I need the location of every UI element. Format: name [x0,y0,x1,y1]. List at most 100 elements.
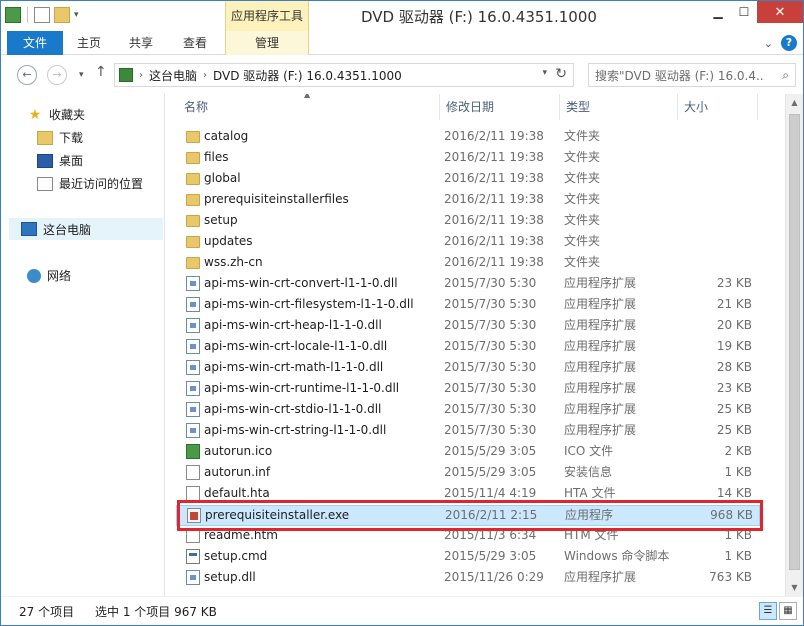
scroll-thumb[interactable] [789,114,800,570]
nav-this-pc[interactable]: 这台电脑 [9,218,163,240]
dll-icon [186,339,200,354]
folder-icon [186,257,200,269]
file-row[interactable]: api-ms-win-crt-locale-l1-1-0.dll 2015/7/3… [176,337,760,358]
file-row[interactable]: prerequisiteinstaller.exe 2016/2/11 2:15 应… [176,505,760,526]
file-date-modified: 2016/2/11 19:38 [444,192,544,206]
help-icon[interactable]: ? [781,35,797,51]
qat-dropdown-icon[interactable]: ▾ [74,7,84,23]
file-row[interactable]: files 2016/2/11 19:38 文件夹 [176,148,760,169]
nav-recent-places[interactable]: 最近访问的位置 [37,175,143,192]
tab-share[interactable]: 共享 [119,31,163,55]
properties-icon[interactable] [34,7,50,23]
details-view-icon[interactable]: ☰ [759,602,777,620]
refresh-icon[interactable]: ↻ [555,66,567,82]
search-box[interactable]: 搜索"DVD 驱动器 (F:) 16.0.4... ⌕ [588,63,796,87]
ribbon-controls: ⌄ ? [764,35,797,51]
file-row[interactable]: autorun.ico 2015/5/29 3:05 ICO 文件 2 KB [176,442,760,463]
file-type: 文件夹 [564,234,601,248]
search-icon[interactable]: ⌕ [782,68,789,83]
large-icons-view-icon[interactable]: ▦ [779,602,797,620]
file-row[interactable]: global 2016/2/11 19:38 文件夹 [176,169,760,190]
dll-icon [186,381,200,396]
file-name: api-ms-win-crt-filesystem-l1-1-0.dll [204,297,414,311]
new-folder-icon[interactable] [54,7,70,23]
file-row[interactable]: setup 2016/2/11 19:38 文件夹 [176,211,760,232]
column-date-modified[interactable]: 修改日期 [440,94,560,120]
file-name: api-ms-win-crt-stdio-l1-1-0.dll [204,402,382,416]
nav-label: 桌面 [59,154,84,168]
file-row[interactable]: default.hta 2015/11/4 4:19 HTA 文件 14 KB [176,484,760,505]
tab-file[interactable]: 文件 [7,31,63,55]
scroll-up-icon[interactable]: ▲ [786,94,803,111]
vertical-scrollbar[interactable]: ▲ ▼ [785,94,803,596]
nav-downloads[interactable]: 下载 [37,129,83,146]
file-size: 20 KB [716,318,752,332]
file-row[interactable]: setup.cmd 2015/5/29 3:05 Windows 命令脚本 1 KB [176,547,760,568]
scroll-down-icon[interactable]: ▼ [786,579,803,596]
file-name: setup [204,213,238,227]
file-row[interactable]: api-ms-win-crt-convert-l1-1-0.dll 2015/7/… [176,274,760,295]
file-row[interactable]: api-ms-win-crt-stdio-l1-1-0.dll 2015/7/30… [176,400,760,421]
nav-network[interactable]: 网络 [27,267,71,284]
file-name: default.hta [204,486,270,500]
tab-view[interactable]: 查看 [173,31,217,55]
file-row[interactable]: updates 2016/2/11 19:38 文件夹 [176,232,760,253]
file-name: autorun.ico [204,444,273,458]
minimize-button[interactable]: ▁ [705,1,731,23]
address-bar[interactable]: › 这台电脑 › DVD 驱动器 (F:) 16.0.4351.1000 ▾ ↻ [114,63,574,87]
file-size: 763 KB [709,570,752,584]
nav-label: 收藏夹 [49,108,86,122]
maximize-button[interactable]: ☐ [731,1,757,23]
column-size[interactable]: 大小 [678,94,758,120]
file-date-modified: 2015/7/30 5:30 [444,402,537,416]
expand-ribbon-icon[interactable]: ⌄ [764,37,773,50]
navigation-pane: ★ 收藏夹 下载 桌面 最近访问的位置 这台电脑 网络 [1,94,165,596]
nav-desktop[interactable]: 桌面 [37,152,83,169]
file-type: 应用程序扩展 [564,339,637,353]
file-type: 应用程序扩展 [564,360,637,374]
desktop-icon [37,153,53,168]
file-row[interactable]: api-ms-win-crt-runtime-l1-1-0.dll 2015/7/… [176,379,760,400]
view-switcher: ☰ ▦ [759,602,797,620]
file-row[interactable]: readme.htm 2015/11/3 6:34 HTM 文件 1 KB [176,526,760,547]
file-date-modified: 2015/7/30 5:30 [444,318,537,332]
file-row[interactable]: autorun.inf 2015/5/29 3:05 安装信息 1 KB [176,463,760,484]
toolbar-divider [27,7,28,23]
file-row[interactable]: prerequisiteinstallerfiles 2016/2/11 19:3… [176,190,760,211]
dll-icon [186,360,200,375]
column-name[interactable]: 名称 [178,94,440,120]
recent-locations-dropdown-icon[interactable]: ▾ [79,65,84,85]
search-input[interactable]: 搜索"DVD 驱动器 (F:) 16.0.4... [595,67,765,84]
back-button[interactable]: ← [17,65,37,85]
breadcrumb-this-pc[interactable]: 这台电脑 [149,67,197,84]
file-type: 文件夹 [564,150,601,164]
tab-manage[interactable]: 管理 [225,31,309,55]
file-row[interactable]: api-ms-win-crt-string-l1-1-0.dll 2015/7/3… [176,421,760,442]
file-row[interactable]: wss.zh-cn 2016/2/11 19:38 文件夹 [176,253,760,274]
file-size: 23 KB [716,381,752,395]
file-row[interactable]: setup.dll 2015/11/26 0:29 应用程序扩展 763 KB [176,568,760,589]
selection-info: 选中 1 个项目 967 KB [95,605,217,619]
file-row[interactable]: api-ms-win-crt-filesystem-l1-1-0.dll 2015… [176,295,760,316]
breadcrumb-chevron-icon[interactable]: › [203,70,207,81]
context-tab-header: 应用程序工具 [225,1,309,31]
file-type: 文件夹 [564,129,601,143]
breadcrumb-dvd-drive[interactable]: DVD 驱动器 (F:) 16.0.4351.1000 [213,67,402,84]
file-list: ▲ 名称 修改日期 类型 大小 catalog 2016/2/11 19:38 文件… [166,94,785,596]
up-button[interactable]: ↑ [95,64,107,80]
nav-favorites[interactable]: ★ 收藏夹 [27,106,85,123]
file-type: 应用程序扩展 [564,276,637,290]
tab-home[interactable]: 主页 [67,31,111,55]
caption-buttons: ▁ ☐ ✕ [705,1,803,23]
close-button[interactable]: ✕ [757,1,803,23]
file-row[interactable]: api-ms-win-crt-math-l1-1-0.dll 2015/7/30 … [176,358,760,379]
file-row[interactable]: api-ms-win-crt-heap-l1-1-0.dll 2015/7/30 … [176,316,760,337]
breadcrumb-chevron-icon[interactable]: › [139,70,143,81]
address-dropdown-icon[interactable]: ▾ [542,68,547,78]
forward-button[interactable]: → [47,65,67,85]
file-row[interactable]: catalog 2016/2/11 19:38 文件夹 [176,127,760,148]
app-icon[interactable] [5,7,21,23]
column-type[interactable]: 类型 [560,94,678,120]
file-name: global [204,171,241,185]
network-icon [27,268,41,283]
